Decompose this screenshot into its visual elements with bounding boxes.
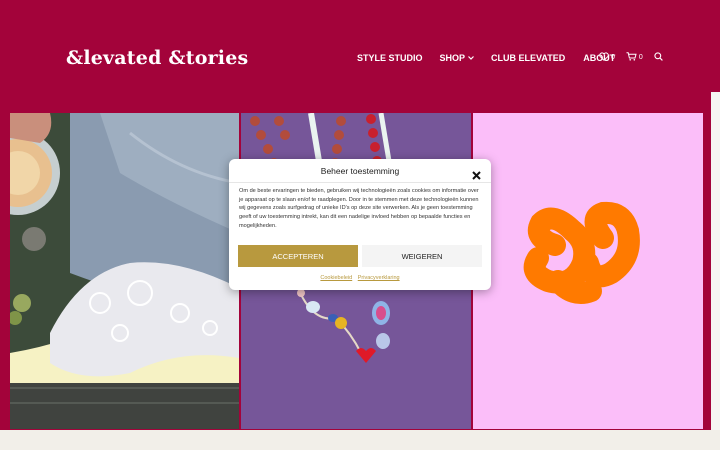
consent-divider (229, 182, 491, 183)
chevron-down-icon (468, 56, 474, 60)
nav-club-elevated[interactable]: CLUB ELEVATED (491, 53, 565, 63)
main-nav: STYLE STUDIO SHOP CLUB ELEVATED ABOUT (357, 53, 615, 63)
nav-club-elevated-label: CLUB ELEVATED (491, 53, 566, 63)
wishlist-count: 0 (611, 54, 615, 61)
search-icon (654, 52, 663, 63)
brand-mark-image[interactable] (473, 113, 703, 429)
nav-shop-label: SHOP (439, 53, 466, 63)
cart-button[interactable]: 0 (626, 52, 643, 63)
site-logo[interactable]: &levated &tories (66, 47, 248, 69)
consent-links: Cookiebeleid Privacyverklaring (229, 275, 491, 281)
deny-button[interactable]: WEIGEREN (362, 245, 482, 267)
cookie-policy-link[interactable]: Cookiebeleid (320, 275, 352, 281)
nav-shop[interactable]: SHOP (440, 53, 475, 63)
header-icons: 0 0 (599, 52, 663, 63)
page-edge (711, 92, 720, 450)
footer-strip (0, 430, 720, 450)
consent-dialog: Beheer toestemming Om de beste ervaringe… (229, 159, 491, 290)
heart-icon (599, 52, 609, 63)
nav-style-studio[interactable]: STYLE STUDIO (357, 53, 423, 63)
consent-body: Om de beste ervaringen te bieden, gebrui… (239, 188, 479, 229)
cart-icon (626, 52, 637, 63)
cart-count: 0 (638, 54, 643, 61)
lace-sweater-image[interactable] (10, 113, 239, 429)
consent-title: Beheer toestemming (320, 166, 400, 176)
wishlist-button[interactable]: 0 (599, 52, 615, 63)
accept-button[interactable]: ACCEPTEREN (238, 245, 358, 267)
privacy-statement-link[interactable]: Privacyverklaring (358, 275, 400, 281)
nav-style-studio-label: STYLE STUDIO (357, 53, 423, 63)
search-button[interactable] (654, 52, 663, 63)
